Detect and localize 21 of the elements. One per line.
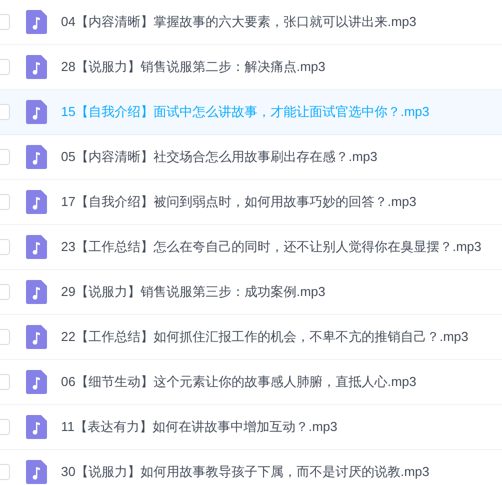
file-name[interactable]: 30【说服力】如何用故事教导孩子下属，而不是讨厌的说教.mp3 bbox=[61, 462, 430, 482]
music-file-icon bbox=[26, 415, 47, 439]
file-name[interactable]: 17【自我介绍】被问到弱点时，如何用故事巧妙的回答？.mp3 bbox=[61, 192, 416, 212]
file-name[interactable]: 22【工作总结】如何抓住汇报工作的机会，不卑不亢的推销自己？.mp3 bbox=[61, 327, 468, 347]
music-file-icon bbox=[26, 235, 47, 259]
file-name[interactable]: 05【内容清晰】社交场合怎么用故事刷出存在感？.mp3 bbox=[61, 147, 378, 167]
music-file-icon bbox=[26, 190, 47, 214]
music-file-icon bbox=[26, 280, 47, 304]
file-name[interactable]: 23【工作总结】怎么在夸自己的同时，还不让别人觉得你在臭显摆？.mp3 bbox=[61, 237, 482, 257]
music-file-icon bbox=[26, 55, 47, 79]
music-file-icon bbox=[26, 100, 47, 124]
file-name[interactable]: 11【表达有力】如何在讲故事中增加互动？.mp3 bbox=[61, 417, 338, 437]
file-name[interactable]: 04【内容清晰】掌握故事的六大要素，张口就可以讲出来.mp3 bbox=[61, 12, 416, 32]
music-file-icon bbox=[26, 370, 47, 394]
music-file-icon bbox=[26, 10, 47, 34]
music-file-icon bbox=[26, 325, 47, 349]
file-name[interactable]: 29【说服力】销售说服第三步：成功案例.mp3 bbox=[61, 282, 326, 302]
file-name[interactable]: 28【说服力】销售说服第二步：解决痛点.mp3 bbox=[61, 57, 326, 77]
music-file-icon bbox=[26, 460, 47, 484]
file-name[interactable]: 06【细节生动】这个元素让你的故事感人肺腑，直抵人心.mp3 bbox=[61, 372, 416, 392]
music-file-icon bbox=[26, 145, 47, 169]
